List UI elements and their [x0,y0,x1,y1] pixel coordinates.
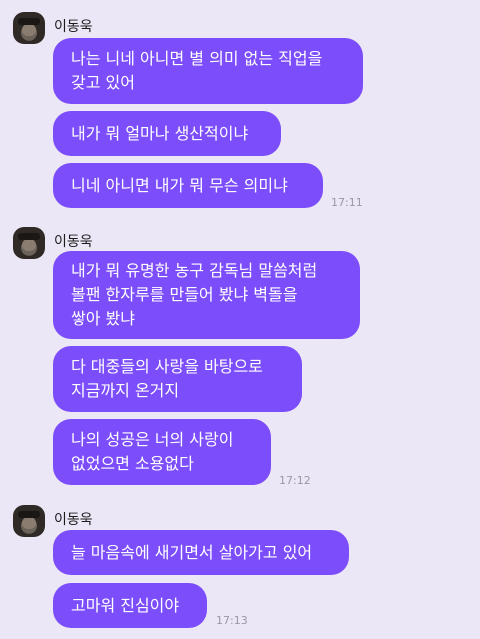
avatar[interactable] [13,505,45,537]
message-bubble[interactable]: 다 대중들의 사랑을 바탕으로 지금까지 온거지 [53,346,302,412]
message-bubble[interactable]: 고마워 진심이야 [53,583,207,628]
message-bubble[interactable]: 내가 뭐 얼마나 생산적이냐 [53,111,281,156]
message-bubble[interactable]: 나는 니네 아니면 별 의미 없는 직업을 갖고 있어 [53,38,363,104]
avatar[interactable] [13,12,45,44]
message-timestamp: 17:12 [279,474,311,487]
message-timestamp: 17:11 [331,196,363,209]
sender-name: 이동욱 [54,512,93,528]
avatar[interactable] [13,227,45,259]
sender-name: 이동욱 [54,19,93,35]
message-bubble[interactable]: 니네 아니면 내가 뭐 무슨 의미냐 [53,163,323,208]
message-bubble[interactable]: 늘 마음속에 새기면서 살아가고 있어 [53,530,349,575]
sender-name: 이동욱 [54,234,93,250]
message-bubble[interactable]: 나의 성공은 너의 사랑이 없었으면 소용없다 [53,419,271,485]
message-timestamp: 17:13 [216,614,248,627]
message-bubble[interactable]: 내가 뭐 유명한 농구 감독님 말씀처럼 볼팬 한자루를 만들어 봤냐 벽돌을 … [53,251,360,339]
